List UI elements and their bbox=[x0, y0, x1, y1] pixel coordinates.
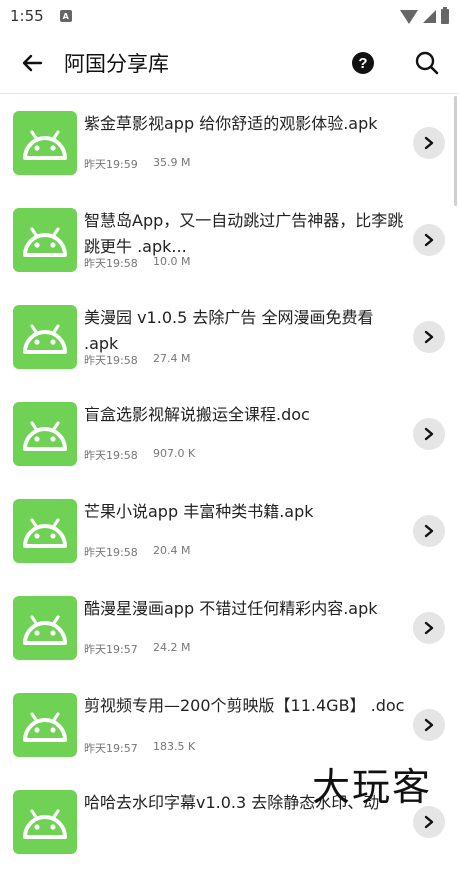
file-name: 盲盒选影视解说搬运全课程.doc bbox=[84, 405, 310, 424]
file-name: 酷漫星漫画app 不错过任何精彩内容.apk bbox=[84, 599, 378, 618]
list-item[interactable]: 美漫园 v1.0.5 去除广告 全网漫画免费看 .apk 昨天19:58 27.4 … bbox=[0, 289, 459, 386]
search-button[interactable] bbox=[410, 46, 444, 80]
file-size: 907.0 K bbox=[153, 447, 196, 460]
file-name: 剪视频专用—200个剪映版【11.4GB】 .doc bbox=[84, 696, 405, 715]
status-bar: 1:55 A bbox=[0, 0, 459, 32]
open-item-button[interactable] bbox=[413, 321, 445, 353]
open-item-button[interactable] bbox=[413, 418, 445, 450]
android-app-icon bbox=[13, 402, 77, 466]
chevron-right-icon bbox=[423, 330, 435, 344]
notification-icon: A bbox=[59, 10, 72, 22]
android-app-icon bbox=[13, 596, 77, 660]
android-app-icon bbox=[13, 208, 77, 272]
list-item[interactable]: 智慧岛App，又一自动跳过广告神器，比李跳跳更牛 .apk... 昨天19:58 1… bbox=[0, 192, 459, 289]
android-app-icon bbox=[13, 693, 77, 757]
open-item-button[interactable] bbox=[413, 127, 445, 159]
help-button[interactable]: ? bbox=[348, 48, 378, 78]
file-name: 智慧岛App，又一自动跳过广告神器，比李跳跳更牛 .apk... bbox=[84, 211, 404, 256]
android-app-icon bbox=[13, 499, 77, 563]
status-icons bbox=[400, 6, 449, 24]
file-name: 美漫园 v1.0.5 去除广告 全网漫画免费看 .apk bbox=[84, 308, 374, 353]
file-name: 紫金草影视app 给你舒适的观影体验.apk bbox=[84, 114, 378, 133]
file-time: 昨天19:59 bbox=[84, 158, 138, 171]
file-time: 昨天19:58 bbox=[84, 257, 138, 270]
help-icon: ? bbox=[352, 52, 374, 74]
page-title: 阿国分享库 bbox=[64, 51, 169, 76]
file-size: 35.9 M bbox=[153, 156, 191, 169]
chevron-right-icon bbox=[423, 621, 435, 635]
file-size: 27.4 M bbox=[153, 352, 191, 365]
app-bar: 阿国分享库 ? bbox=[0, 32, 459, 94]
file-time: 昨天19:58 bbox=[84, 546, 138, 559]
file-time: 昨天19:58 bbox=[84, 449, 138, 462]
search-icon bbox=[415, 51, 439, 75]
file-size: 10.0 M bbox=[153, 255, 191, 268]
chevron-right-icon bbox=[423, 136, 435, 150]
battery-icon bbox=[441, 6, 449, 24]
file-size: 20.4 M bbox=[153, 544, 191, 557]
open-item-button[interactable] bbox=[413, 515, 445, 547]
chevron-right-icon bbox=[423, 815, 435, 829]
open-item-button[interactable] bbox=[413, 709, 445, 741]
open-item-button[interactable] bbox=[413, 224, 445, 256]
file-time: 昨天19:57 bbox=[84, 643, 138, 656]
chevron-right-icon bbox=[423, 718, 435, 732]
signal-icon bbox=[423, 9, 436, 23]
chevron-right-icon bbox=[423, 233, 435, 247]
chevron-right-icon bbox=[423, 427, 435, 441]
android-app-icon bbox=[13, 790, 77, 854]
file-time: 昨天19:57 bbox=[84, 742, 138, 755]
open-item-button[interactable] bbox=[413, 612, 445, 644]
list-item[interactable]: 盲盒选影视解说搬运全课程.doc 昨天19:58 907.0 K bbox=[0, 386, 459, 483]
back-arrow-icon bbox=[22, 54, 43, 71]
status-time: 1:55 bbox=[10, 7, 44, 25]
wifi-icon bbox=[400, 10, 418, 24]
back-button[interactable] bbox=[0, 32, 64, 94]
android-app-icon bbox=[13, 111, 77, 175]
list-item[interactable]: 紫金草影视app 给你舒适的观影体验.apk 昨天19:59 35.9 M bbox=[0, 95, 459, 192]
chevron-right-icon bbox=[423, 524, 435, 538]
file-time: 昨天19:58 bbox=[84, 354, 138, 367]
file-size: 24.2 M bbox=[153, 641, 191, 654]
scrollbar[interactable] bbox=[454, 96, 457, 206]
file-name: 芒果小说app 丰富种类书籍.apk bbox=[84, 502, 314, 521]
list-item[interactable]: 芒果小说app 丰富种类书籍.apk 昨天19:58 20.4 M bbox=[0, 483, 459, 580]
watermark-logo: 大玩客 bbox=[312, 765, 433, 809]
list-item[interactable]: 酷漫星漫画app 不错过任何精彩内容.apk 昨天19:57 24.2 M bbox=[0, 580, 459, 677]
file-size: 183.5 K bbox=[153, 740, 196, 753]
android-app-icon bbox=[13, 305, 77, 369]
